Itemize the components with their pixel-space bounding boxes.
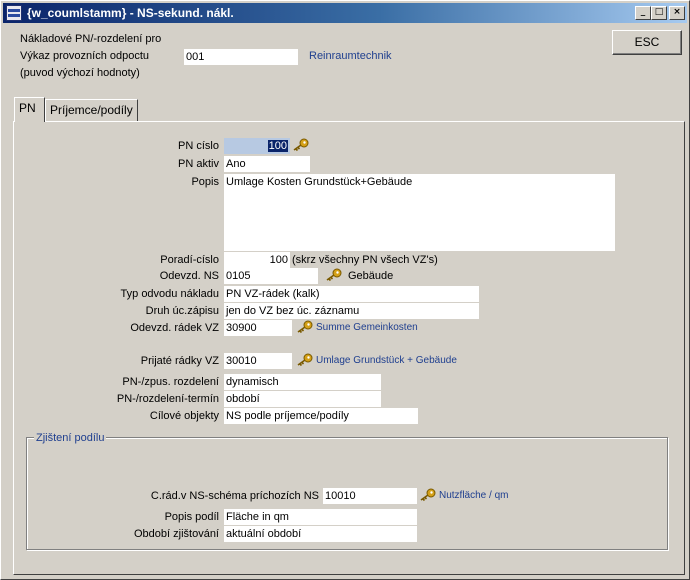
tab-prijemce[interactable]: Príjemce/podíly (45, 99, 138, 121)
poradi-field[interactable]: 100 (224, 252, 290, 268)
odevzd-ns-field[interactable]: 0105 (224, 268, 318, 284)
minimize-button[interactable]: _ (635, 6, 651, 20)
crad-field[interactable]: 10010 (323, 488, 417, 504)
popis-podil-label: Popis podíl (164, 511, 219, 523)
prijate-radky-field[interactable]: 30010 (224, 353, 292, 369)
pn-aktiv-label: PN aktiv (178, 158, 219, 170)
odevzd-radek-label: Odevzd. rádek VZ (130, 322, 219, 334)
crad-lookup[interactable]: Nutzfläche / qm (439, 490, 508, 501)
pn-cislo-value: 100 (267, 140, 288, 152)
poradi-note: (skrz všechny PN všech VZ's) (292, 254, 438, 266)
cilove-objekty-field[interactable]: NS podle príjemce/podíly (224, 408, 418, 424)
key-icon[interactable] (296, 353, 314, 367)
rozdeleni-termin-field[interactable]: období (224, 391, 381, 407)
odevzd-ns-label: Odevzd. NS (159, 270, 219, 282)
pn-cislo-field[interactable]: 100 (224, 138, 290, 154)
maximize-button[interactable]: □ (651, 6, 667, 20)
header-line2: Výkaz provozních odpoctu (20, 50, 150, 62)
header-line1: Nákladové PN/-rozdelení pro (20, 33, 162, 45)
app-icon (6, 5, 22, 21)
main-window: {w_coumlstamm} - NS-sekund. nákl. _ □ × … (0, 0, 690, 580)
typ-odvodu-label: Typ odvodu nákladu (120, 288, 219, 300)
esc-button[interactable]: ESC (612, 30, 682, 55)
obdobi-label: Období zjištování (134, 528, 219, 540)
pn-cislo-label: PN císlo (178, 140, 219, 152)
obdobi-field[interactable]: aktuální období (224, 526, 417, 542)
crad-label: C.rád.v NS-schéma príchozích NS (150, 490, 319, 502)
key-icon[interactable] (325, 268, 343, 282)
key-icon[interactable] (292, 138, 310, 152)
druh-zapisu-label: Druh úc.zápisu (145, 305, 219, 317)
odevzd-radek-field[interactable]: 30900 (224, 320, 292, 336)
odevzd-radek-lookup[interactable]: Summe Gemeinkosten (316, 322, 418, 333)
popis-textarea[interactable]: Umlage Kosten Grundstück+Gebäude (224, 174, 615, 251)
pn-aktiv-field[interactable]: Ano (224, 156, 310, 172)
druh-zapisu-field[interactable]: jen do VZ bez úc. záznamu (224, 303, 479, 319)
vykaz-field[interactable]: 001 (184, 49, 298, 65)
title-bar[interactable]: {w_coumlstamm} - NS-sekund. nákl. _ □ × (3, 3, 687, 23)
prijate-radky-lookup[interactable]: Umlage Grundstück + Gebäude (316, 355, 457, 366)
tab-pn[interactable]: PN (14, 97, 45, 122)
close-button[interactable]: × (669, 6, 685, 20)
typ-odvodu-field[interactable]: PN VZ-rádek (kalk) (224, 286, 479, 302)
key-icon[interactable] (296, 320, 314, 334)
popis-podil-field[interactable]: Fläche in qm (224, 509, 417, 525)
rozdeleni-termin-label: PN-/rozdelení-termín (116, 393, 219, 405)
group-legend: Zjištení podílu (34, 432, 107, 444)
poradi-label: Poradí-císlo (160, 254, 219, 266)
header-line3: (puvod výchozí hodnoty) (20, 67, 140, 79)
prijate-radky-label: Prijaté rádky VZ (140, 355, 219, 367)
popis-label: Popis (191, 176, 219, 188)
zpus-rozdeleni-label: PN-/zpus. rozdelení (122, 376, 219, 388)
odevzd-ns-lookup: Gebäude (348, 270, 394, 282)
vykaz-name-link[interactable]: Reinraumtechnik (309, 50, 392, 62)
window-title: {w_coumlstamm} - NS-sekund. nákl. (27, 6, 234, 20)
cilove-objekty-label: Cílové objekty (149, 410, 219, 422)
zpus-rozdeleni-field[interactable]: dynamisch (224, 374, 381, 390)
key-icon[interactable] (419, 488, 437, 502)
